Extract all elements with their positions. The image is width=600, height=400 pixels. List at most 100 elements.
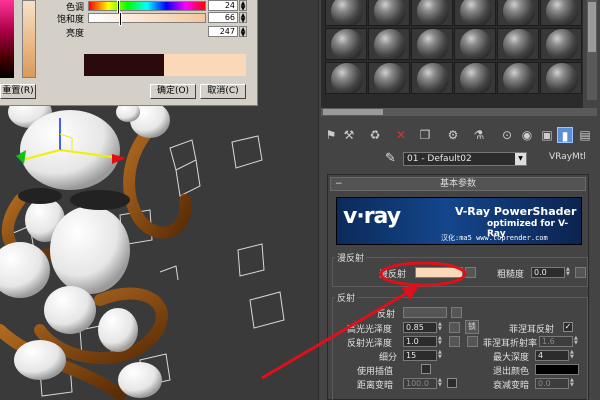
reset-map-icon[interactable]: ✕ [393,127,409,143]
reset-button[interactable]: 重置(R) [0,84,36,99]
vray-banner: v·ray V-Ray PowerShader optimized for V-… [336,197,582,245]
material-slot[interactable] [411,62,453,94]
material-preview-sphere [546,63,578,93]
reflection-group-title: 反射 [335,291,358,304]
material-preview-sphere [503,29,535,59]
material-slot[interactable] [540,62,582,94]
go-to-parent-icon[interactable]: ▮ [557,127,573,143]
material-slot[interactable] [454,28,496,60]
saturation-slider[interactable] [88,12,206,26]
refl-gloss-field[interactable]: 1.0 [403,336,437,347]
material-slot[interactable] [454,62,496,94]
material-name-field[interactable]: 01 - Default02 [403,152,527,166]
whiteness-bar[interactable] [22,0,36,78]
saturation-label: 饱和度 [56,15,84,25]
dim-distance-spinner[interactable]: ▲ ▼ [438,378,444,389]
value-spinner[interactable]: ▲ ▼ [239,26,247,38]
saturation-spinner[interactable]: ▲ ▼ [239,12,247,24]
go-forward-sibling-icon[interactable]: ▤ [577,127,593,143]
material-slot[interactable] [497,0,539,26]
subdivs-label: 细分 [379,353,398,363]
diffuse-color-swatch[interactable] [415,267,463,278]
banner-credit: 汉化:ma5 www.toprender.com [441,234,548,242]
fresnel-ior-label: 菲涅耳折射率 [483,339,538,349]
reflect-label: 反射 [377,310,396,320]
refl-gloss-spinner[interactable]: ▲ ▼ [438,336,444,347]
saturation-slider-row: 饱和度 66 ▲ ▼ [40,12,250,26]
material-slot[interactable] [411,28,453,60]
subdivs-spinner[interactable]: ▲ ▼ [438,350,444,361]
show-map-icon[interactable]: ◉ [519,127,535,143]
material-preview-sphere [331,0,363,25]
refl-gloss-map-button[interactable] [449,336,460,347]
make-unique-icon[interactable]: ⚙ [445,127,461,143]
reflection-group: 反射 反射 高光光泽度 0.85 ▲ ▼ 锁 菲涅耳反射 ✓ 反射光泽度 1.0 … [332,291,588,400]
hilight-gloss-field[interactable]: 0.85 [403,322,437,333]
assign-to-selection-icon[interactable]: ♻ [367,127,383,143]
new-color-swatch [164,54,246,76]
cancel-button[interactable]: 取消(C) [200,84,246,99]
use-interpolation-checkbox[interactable] [421,364,431,374]
fresnel-ior-lock-button[interactable] [467,336,478,347]
exit-color-swatch[interactable] [535,364,579,375]
diffuse-map-button[interactable] [465,267,476,278]
slots-horizontal-scrollbar[interactable] [321,108,597,116]
material-type-button[interactable]: VRayMtl [549,152,586,162]
material-slot[interactable] [540,28,582,60]
hue-spectrum[interactable] [0,0,14,78]
material-slots-grid [321,0,583,108]
roughness-field[interactable]: 0.0 [531,267,565,278]
material-preview-sphere [374,29,406,59]
eyedropper-icon[interactable]: ✎ [385,151,396,166]
collapse-icon[interactable]: − [335,178,343,190]
roughness-label: 粗糙度 [497,270,525,280]
hue-slider[interactable] [88,0,206,14]
roughness-spinner[interactable]: ▲ ▼ [566,267,572,278]
roughness-map-button[interactable] [575,267,586,278]
lock-button[interactable]: 锁 [465,320,479,334]
material-slot[interactable] [325,62,367,94]
ok-button[interactable]: 确定(O) [150,84,196,99]
chevron-down-icon[interactable]: ▼ [515,153,526,165]
max-depth-field[interactable]: 4 [535,350,569,361]
dim-distance-field[interactable]: 100.0 [403,378,437,389]
hue-spinner[interactable]: ▲ ▼ [239,0,247,12]
material-slot[interactable] [325,28,367,60]
put-to-scene-icon[interactable]: ⚒ [341,127,357,143]
use-interpolation-label: 使用插值 [357,367,394,377]
material-slot[interactable] [368,62,410,94]
hilight-gloss-map-button[interactable] [449,322,460,333]
hue-value-field[interactable]: 24 [208,0,238,11]
material-preview-sphere [503,0,535,25]
reflect-color-swatch[interactable] [403,307,447,318]
fresnel-checkbox[interactable]: ✓ [563,322,573,332]
rollout-header[interactable]: − 基本参数 [330,177,586,191]
saturation-value-field[interactable]: 66 [208,12,238,23]
material-slot[interactable] [497,28,539,60]
dim-distance-checkbox[interactable] [447,378,457,388]
slots-vertical-scrollbar[interactable] [587,0,597,100]
fresnel-ior-spinner[interactable]: ▲ ▼ [574,336,580,347]
dim-falloff-spinner[interactable]: ▲ ▼ [570,378,576,389]
show-end-result-icon[interactable]: ▣ [539,127,555,143]
material-slot[interactable] [368,28,410,60]
material-effects-channel-icon[interactable]: ⊙ [499,127,515,143]
max-depth-spinner[interactable]: ▲ ▼ [570,350,576,361]
material-slot[interactable] [497,62,539,94]
material-slot[interactable] [454,0,496,26]
reflect-map-button[interactable] [451,307,462,318]
material-preview-sphere [331,63,363,93]
put-to-library-icon[interactable]: ⚗ [471,127,487,143]
get-material-icon[interactable]: ⚑ [323,127,339,143]
material-slot[interactable] [411,0,453,26]
dim-falloff-field[interactable]: 0.0 [535,378,569,389]
fresnel-ior-field[interactable]: 1.6 [539,336,573,347]
hue-slider-row: 色调 24 ▲ ▼ [40,0,250,14]
hilight-gloss-spinner[interactable]: ▲ ▼ [438,322,444,333]
subdivs-field[interactable]: 15 [403,350,437,361]
material-slot[interactable] [325,0,367,26]
make-copy-icon[interactable]: ❐ [417,127,433,143]
value-value-field[interactable]: 247 [208,26,238,37]
material-slot[interactable] [368,0,410,26]
material-slot[interactable] [540,0,582,26]
